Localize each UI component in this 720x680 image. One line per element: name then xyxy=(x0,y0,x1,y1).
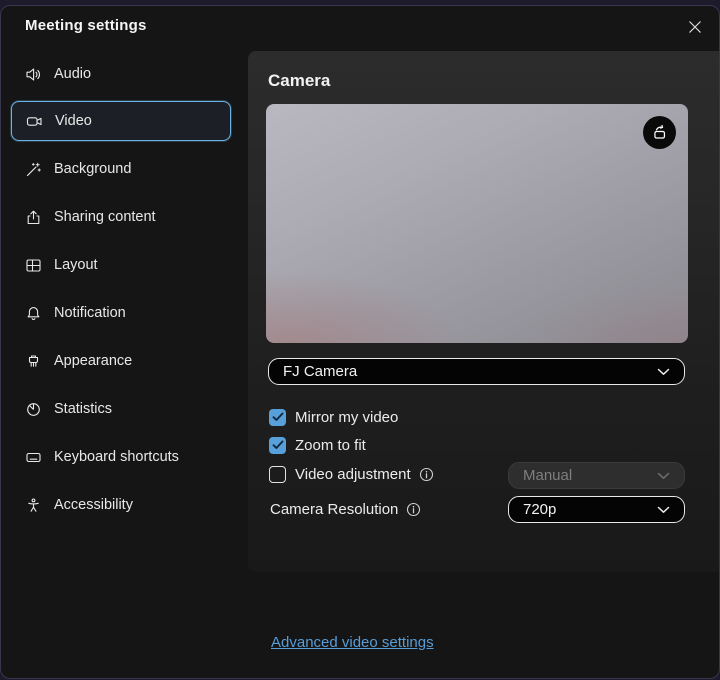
zoom-to-fit-label[interactable]: Zoom to fit xyxy=(295,437,366,454)
chevron-down-icon xyxy=(657,368,670,376)
close-button[interactable] xyxy=(684,16,706,38)
pie-chart-icon xyxy=(25,401,42,418)
camera-section-heading: Camera xyxy=(268,71,330,91)
rotate-camera-icon xyxy=(650,123,669,142)
sidebar-item-label: Notification xyxy=(54,305,126,321)
sidebar-item-label: Sharing content xyxy=(54,209,156,225)
close-icon xyxy=(688,20,702,34)
sidebar-item-keyboard-shortcuts[interactable]: Keyboard shortcuts xyxy=(11,437,231,477)
settings-sidebar: Audio Video Background Sharing content L xyxy=(1,6,248,678)
chevron-down-icon xyxy=(657,506,670,514)
sidebar-item-video[interactable]: Video xyxy=(11,101,231,141)
sidebar-item-label: Background xyxy=(54,161,131,177)
sidebar-item-background[interactable]: Background xyxy=(11,149,231,189)
camera-resolution-row: Camera Resolution xyxy=(270,499,421,519)
sidebar-item-accessibility[interactable]: Accessibility xyxy=(11,485,231,525)
camera-resolution-value: 720p xyxy=(523,501,556,518)
chevron-down-icon xyxy=(657,472,670,480)
sidebar-item-label: Layout xyxy=(54,257,98,273)
video-adjustment-label[interactable]: Video adjustment xyxy=(295,466,411,483)
sidebar-item-label: Statistics xyxy=(54,401,112,417)
video-settings-panel: Camera FJ Camera Mirror my video xyxy=(248,51,719,572)
sidebar-item-layout[interactable]: Layout xyxy=(11,245,231,285)
sidebar-item-label: Appearance xyxy=(54,353,132,369)
accessibility-icon xyxy=(25,497,42,514)
keyboard-icon xyxy=(25,449,42,466)
camera-device-select[interactable]: FJ Camera xyxy=(268,358,685,385)
camera-resolution-select[interactable]: 720p xyxy=(508,496,685,523)
magic-wand-icon xyxy=(25,161,42,178)
sidebar-item-label: Video xyxy=(55,113,92,129)
video-adjustment-mode-select: Manual xyxy=(508,462,685,489)
sidebar-item-appearance[interactable]: Appearance xyxy=(11,341,231,381)
camera-resolution-label: Camera Resolution xyxy=(270,501,398,518)
grid-icon xyxy=(25,257,42,274)
video-camera-icon xyxy=(26,113,43,130)
video-adjustment-info-icon[interactable] xyxy=(419,467,434,482)
sidebar-item-label: Keyboard shortcuts xyxy=(54,449,179,465)
video-adjustment-option: Video adjustment xyxy=(269,464,434,484)
meeting-settings-dialog: Meeting settings Audio Video Background xyxy=(0,5,720,679)
share-icon xyxy=(25,209,42,226)
mirror-video-checkbox[interactable] xyxy=(269,409,286,426)
mirror-video-option: Mirror my video xyxy=(269,407,398,427)
zoom-to-fit-option: Zoom to fit xyxy=(269,435,366,455)
sidebar-item-statistics[interactable]: Statistics xyxy=(11,389,231,429)
brush-icon xyxy=(25,353,42,370)
camera-device-value: FJ Camera xyxy=(283,363,357,380)
sidebar-item-audio[interactable]: Audio xyxy=(11,54,231,94)
sidebar-item-notification[interactable]: Notification xyxy=(11,293,231,333)
zoom-to-fit-checkbox[interactable] xyxy=(269,437,286,454)
mirror-video-label[interactable]: Mirror my video xyxy=(295,409,398,426)
rotate-camera-button[interactable] xyxy=(643,116,676,149)
speaker-icon xyxy=(25,66,42,83)
camera-resolution-info-icon[interactable] xyxy=(406,502,421,517)
bell-icon xyxy=(25,305,42,322)
advanced-video-settings-link[interactable]: Advanced video settings xyxy=(271,634,434,651)
sidebar-item-label: Audio xyxy=(54,66,91,82)
sidebar-item-label: Accessibility xyxy=(54,497,133,513)
video-adjustment-mode-value: Manual xyxy=(523,467,572,484)
sidebar-item-sharing-content[interactable]: Sharing content xyxy=(11,197,231,237)
video-adjustment-checkbox[interactable] xyxy=(269,466,286,483)
camera-preview xyxy=(266,104,688,343)
